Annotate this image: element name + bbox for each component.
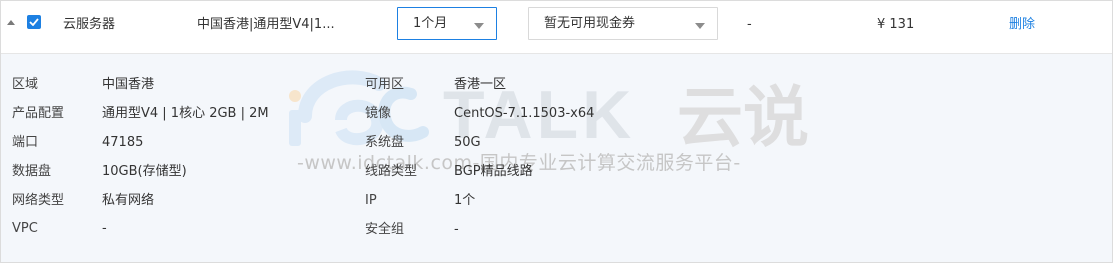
detail-value-line-type: BGP精品线路 — [454, 164, 533, 179]
discount-value: - — [747, 17, 752, 32]
spec-summary: 中国香港|通用型V4|1... — [197, 17, 335, 32]
delete-link[interactable]: 删除 — [1009, 17, 1035, 33]
detail-label-vpc: VPC — [12, 221, 38, 236]
product-name: 云服务器 — [63, 17, 116, 32]
detail-value-region: 中国香港 — [102, 77, 155, 92]
details-panel: TALK 云说 -www.idctalk.com-国内专业云计算交流服务平台- … — [1, 54, 1112, 262]
detail-label-ip: IP — [365, 193, 377, 208]
detail-value-network-type: 私有网络 — [102, 193, 155, 208]
detail-label-system-disk: 系统盘 — [365, 135, 405, 150]
select-checkbox[interactable] — [27, 15, 41, 29]
chevron-down-icon — [474, 23, 484, 29]
period-select-value: 1个月 — [413, 16, 448, 31]
collapse-triangle-icon[interactable] — [7, 20, 15, 25]
detail-label-zone: 可用区 — [365, 77, 405, 92]
detail-label-line-type: 线路类型 — [365, 164, 418, 179]
detail-label-image: 镜像 — [365, 106, 392, 121]
detail-value-vpc: - — [102, 221, 107, 236]
svg-text:云说: 云说 — [677, 79, 809, 156]
detail-label-port: 端口 — [12, 135, 39, 150]
chevron-down-icon — [695, 23, 705, 29]
detail-value-zone: 香港一区 — [454, 77, 507, 92]
detail-value-config: 通用型V4 | 1核心 2GB | 2M — [102, 106, 269, 121]
detail-label-data-disk: 数据盘 — [12, 164, 52, 179]
detail-value-security-group: - — [454, 222, 459, 237]
period-select[interactable]: 1个月 — [397, 7, 497, 40]
detail-value-image: CentOS-7.1.1503-x64 — [454, 106, 595, 121]
detail-label-region: 区域 — [12, 77, 39, 92]
detail-label-security-group: 安全组 — [365, 222, 405, 237]
checkmark-icon — [29, 18, 39, 26]
price-value: ¥ 131 — [877, 17, 915, 32]
detail-value-data-disk: 10GB(存储型) — [102, 164, 187, 179]
coupon-select[interactable]: 暂无可用现金券 — [528, 7, 718, 40]
detail-label-network-type: 网络类型 — [12, 193, 65, 208]
order-item-panel: 云服务器 中国香港|通用型V4|1... 1个月 暂无可用现金券 - ¥ 131… — [0, 0, 1113, 263]
detail-value-system-disk: 50G — [454, 135, 481, 150]
coupon-select-value: 暂无可用现金券 — [544, 16, 636, 31]
detail-label-config: 产品配置 — [12, 106, 65, 121]
order-item-row: 云服务器 中国香港|通用型V4|1... 1个月 暂无可用现金券 - ¥ 131… — [1, 1, 1112, 54]
detail-value-port: 47185 — [102, 135, 144, 150]
detail-value-ip: 1个 — [454, 193, 476, 208]
